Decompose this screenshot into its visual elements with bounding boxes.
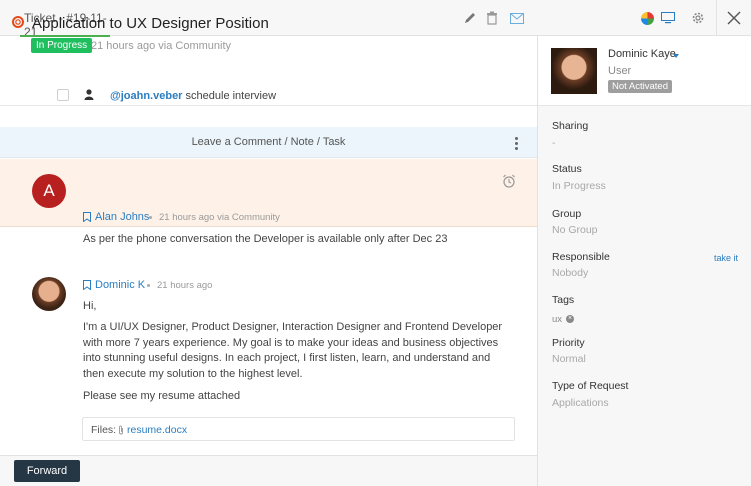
bookmark-icon bbox=[83, 280, 91, 290]
user-icon bbox=[84, 89, 94, 103]
field-value-status[interactable]: In Progress bbox=[552, 180, 606, 192]
envelope-icon[interactable] bbox=[509, 10, 525, 26]
message-body: As per the phone conversation the Develo… bbox=[83, 233, 448, 245]
separator-dot bbox=[149, 216, 152, 219]
ticket-meta: 21 hours ago via Community bbox=[91, 40, 232, 52]
message-body: I'm a UI/UX Designer, Product Designer, … bbox=[83, 321, 503, 380]
field-label-priority: Priority bbox=[552, 337, 585, 349]
files-label: Files: bbox=[91, 424, 117, 436]
status-badge: Not Activated bbox=[608, 80, 672, 93]
field-value-sharing[interactable]: - bbox=[552, 137, 556, 149]
close-button[interactable] bbox=[717, 0, 751, 36]
message-author[interactable]: Dominic K bbox=[95, 279, 145, 291]
bookmark-icon bbox=[83, 212, 91, 222]
status-badge: In Progress bbox=[31, 38, 93, 53]
ticket-title: Application to UX Designer Position bbox=[32, 15, 269, 32]
message-time: 21 hours ago bbox=[157, 280, 213, 291]
gear-icon[interactable] bbox=[690, 10, 706, 26]
field-value-group[interactable]: No Group bbox=[552, 224, 598, 236]
more-options-icon[interactable] bbox=[513, 137, 519, 152]
trash-icon[interactable] bbox=[484, 10, 500, 26]
task-description: schedule interview bbox=[182, 90, 277, 102]
pencil-icon[interactable] bbox=[462, 10, 478, 26]
separator-dot bbox=[147, 284, 150, 287]
files-box: Files: resume.docx bbox=[82, 417, 515, 441]
field-label-status: Status bbox=[552, 163, 582, 175]
message-author[interactable]: Alan Johns bbox=[95, 211, 149, 223]
user-role: User bbox=[608, 65, 632, 77]
take-it-link[interactable]: take it bbox=[714, 253, 738, 263]
field-value-responsible[interactable]: Nobody bbox=[552, 267, 588, 279]
task-checkbox[interactable] bbox=[57, 89, 69, 101]
paperclip-icon bbox=[119, 425, 123, 435]
forward-button[interactable]: Forward bbox=[14, 460, 80, 482]
message-time: 21 hours ago via Community bbox=[159, 212, 280, 223]
leave-comment-button[interactable]: Leave a Comment / Note / Task bbox=[0, 136, 537, 148]
user-name[interactable]: Dominic Kaye bbox=[608, 48, 676, 60]
alarm-clock-icon[interactable] bbox=[502, 174, 516, 191]
tag-item: ux bbox=[552, 314, 563, 325]
pie-chart-icon[interactable] bbox=[639, 10, 655, 26]
message-greeting: Hi, bbox=[83, 300, 97, 312]
avatar bbox=[32, 277, 66, 311]
field-label-sharing: Sharing bbox=[552, 120, 589, 132]
field-label-type: Type of Request bbox=[552, 380, 629, 392]
chevron-down-icon[interactable] bbox=[673, 54, 679, 58]
field-label-responsible: Responsible bbox=[552, 251, 610, 263]
monitor-icon[interactable] bbox=[660, 10, 676, 26]
avatar: A bbox=[32, 174, 66, 208]
bottom-bar bbox=[0, 455, 537, 486]
message-closing: Please see my resume attached bbox=[83, 390, 241, 402]
lifebuoy-icon bbox=[12, 16, 24, 31]
field-value-priority[interactable]: Normal bbox=[552, 353, 586, 365]
remove-tag-icon[interactable]: × bbox=[566, 315, 574, 323]
field-label-group: Group bbox=[552, 208, 582, 220]
task-text: @joahn.veber schedule interview bbox=[110, 90, 276, 102]
field-value-type[interactable]: Applications bbox=[552, 397, 609, 409]
close-icon bbox=[727, 11, 741, 25]
attachment-link[interactable]: resume.docx bbox=[127, 424, 187, 436]
field-label-tags: Tags bbox=[552, 294, 575, 306]
avatar bbox=[551, 48, 597, 94]
comment-bar: Leave a Comment / Note / Task bbox=[0, 127, 537, 158]
task-mention[interactable]: @joahn.veber bbox=[110, 90, 182, 102]
